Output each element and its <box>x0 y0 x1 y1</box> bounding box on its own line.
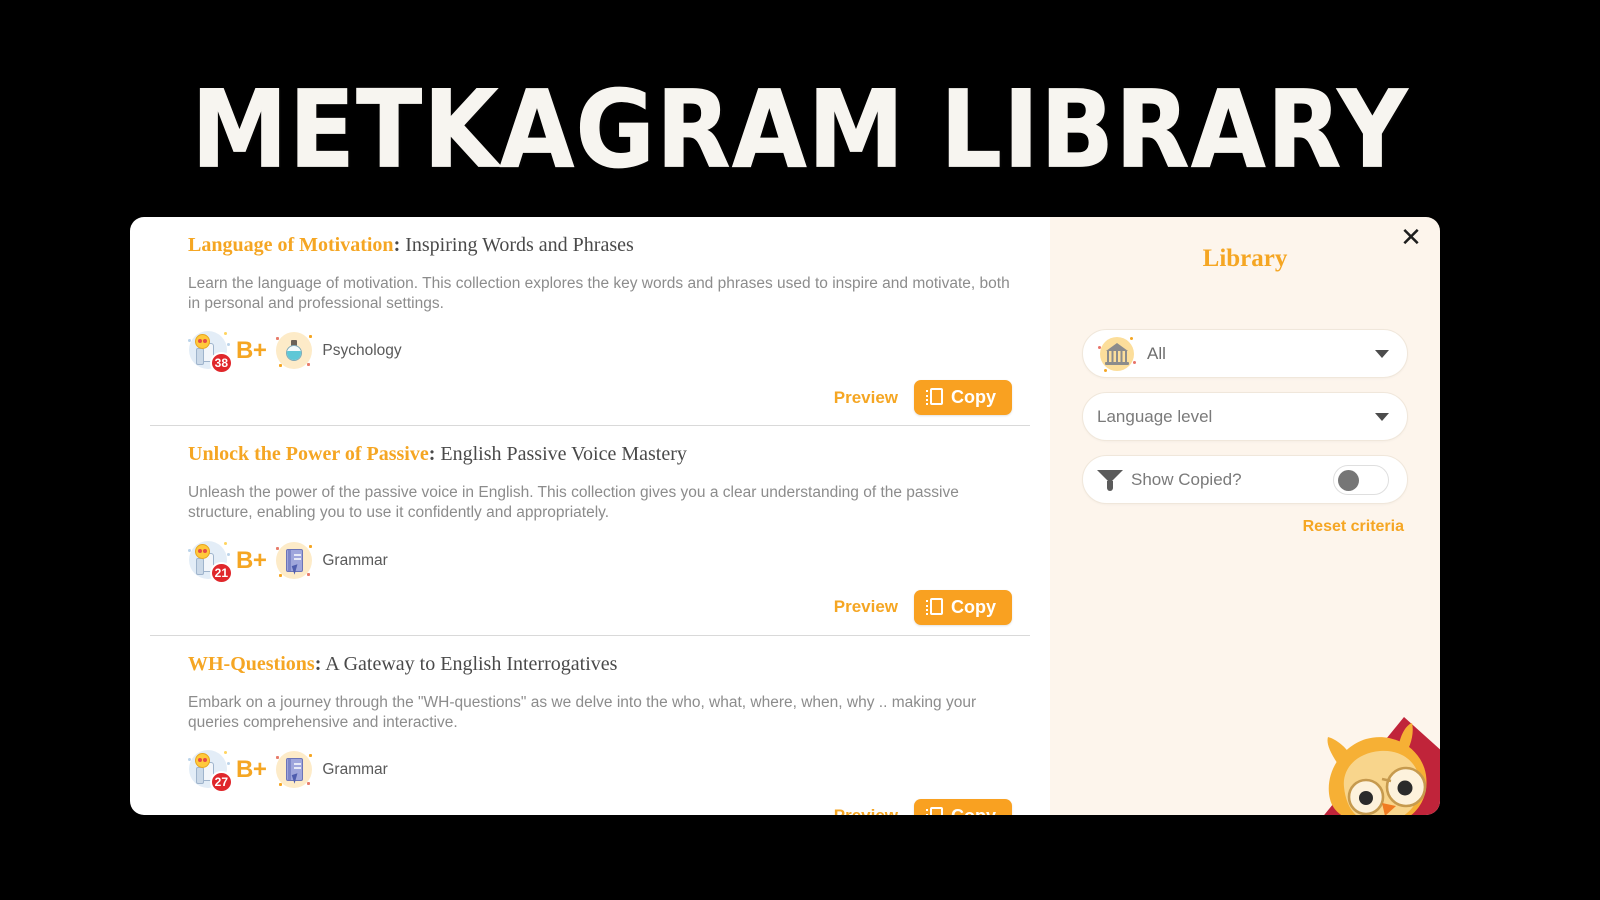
list-item[interactable]: Unlock the Power of Passive: English Pas… <box>150 425 1030 634</box>
collection-meta: 38 B+ Psychology <box>188 328 1016 375</box>
collection-title: Unlock the Power of Passive: English Pas… <box>188 442 1016 467</box>
collection-subtitle: Inspiring Words and Phrases <box>400 234 634 256</box>
copy-button[interactable]: Copy <box>914 798 1012 815</box>
thumbs-up-icon: 27 <box>188 749 233 793</box>
thumbs-up-icon: 38 <box>188 330 233 375</box>
likes-count-badge: 38 <box>209 352 233 375</box>
collection-name: Language of Motivation <box>188 234 394 256</box>
collection-subtitle: English Passive Voice Mastery <box>435 443 687 466</box>
reset-criteria-link[interactable]: Reset criteria <box>1082 518 1408 536</box>
preview-button[interactable]: Preview <box>832 384 900 412</box>
copy-button-label: Copy <box>951 387 996 408</box>
copy-button-label: Copy <box>951 806 996 815</box>
owl-mascot <box>1324 717 1440 815</box>
collection-description: Unleash the power of the passive voice i… <box>188 484 959 522</box>
book-icon <box>274 541 314 581</box>
collection-description: Embark on a journey through the "WH-ques… <box>188 693 977 731</box>
chevron-down-icon <box>1375 412 1389 421</box>
copy-icon <box>926 388 943 407</box>
likes-count-badge: 27 <box>209 770 233 793</box>
category-filter-value: All <box>1147 343 1166 363</box>
collection-meta: 27 B+ Grammar <box>188 747 1016 793</box>
collection-name: Unlock the Power of Passive <box>188 443 429 466</box>
topic-label: Psychology <box>322 342 402 360</box>
card-actions: Preview Copy <box>188 589 1016 625</box>
page-title: METKAGRAM LIBRARY <box>191 68 1409 193</box>
copy-button[interactable]: Copy <box>914 380 1012 416</box>
collection-title: Language of Motivation: Inspiring Words … <box>188 233 1016 258</box>
card-actions: Preview Copy <box>188 380 1016 416</box>
copy-icon <box>926 806 943 815</box>
likes-count-badge: 21 <box>209 561 233 584</box>
collection-meta: 21 B+ Grammar <box>188 538 1016 584</box>
list-item[interactable]: Language of Motivation: Inspiring Words … <box>150 217 1030 425</box>
close-icon[interactable]: ✕ <box>1396 223 1426 253</box>
collection-name: WH-Questions <box>188 652 315 675</box>
library-modal: Language of Motivation: Inspiring Words … <box>130 217 1440 815</box>
collection-subtitle: A Gateway to English Interrogatives <box>321 652 618 675</box>
level-grade: B+ <box>236 337 267 365</box>
copy-button-label: Copy <box>951 596 996 617</box>
preview-button[interactable]: Preview <box>832 802 900 815</box>
collection-description: Learn the language of motivation. This c… <box>188 275 1010 313</box>
funnel-icon <box>1097 468 1123 492</box>
collection-list[interactable]: Language of Motivation: Inspiring Words … <box>130 217 1050 815</box>
book-icon <box>274 750 314 790</box>
level-grade: B+ <box>236 755 267 783</box>
show-copied-row[interactable]: Show Copied? <box>1082 455 1408 504</box>
copy-button[interactable]: Copy <box>914 589 1012 625</box>
sidebar-title: Library <box>1202 245 1288 272</box>
filter-sidebar: ✕ Library All Language level Show Copied… <box>1050 217 1440 815</box>
flask-icon <box>274 331 314 371</box>
bank-icon <box>1097 334 1137 374</box>
copy-icon <box>926 597 943 617</box>
topic-label: Grammar <box>322 760 388 778</box>
language-level-select[interactable]: Language level <box>1082 392 1408 441</box>
level-grade: B+ <box>236 546 267 574</box>
card-actions: Preview Copy <box>188 798 1016 815</box>
show-copied-toggle[interactable] <box>1333 464 1389 495</box>
collection-title: WH-Questions: A Gateway to English Inter… <box>188 652 1016 677</box>
preview-button[interactable]: Preview <box>832 593 900 621</box>
category-filter-select[interactable]: All <box>1082 329 1408 378</box>
chevron-down-icon <box>1375 349 1389 358</box>
thumbs-up-icon: 21 <box>188 540 233 584</box>
show-copied-label: Show Copied? <box>1131 469 1242 489</box>
filter-group: All Language level Show Copied? Reset cr… <box>1082 329 1408 536</box>
topic-label: Grammar <box>322 551 388 569</box>
language-level-value: Language level <box>1097 406 1213 426</box>
list-item[interactable]: WH-Questions: A Gateway to English Inter… <box>150 634 1030 815</box>
